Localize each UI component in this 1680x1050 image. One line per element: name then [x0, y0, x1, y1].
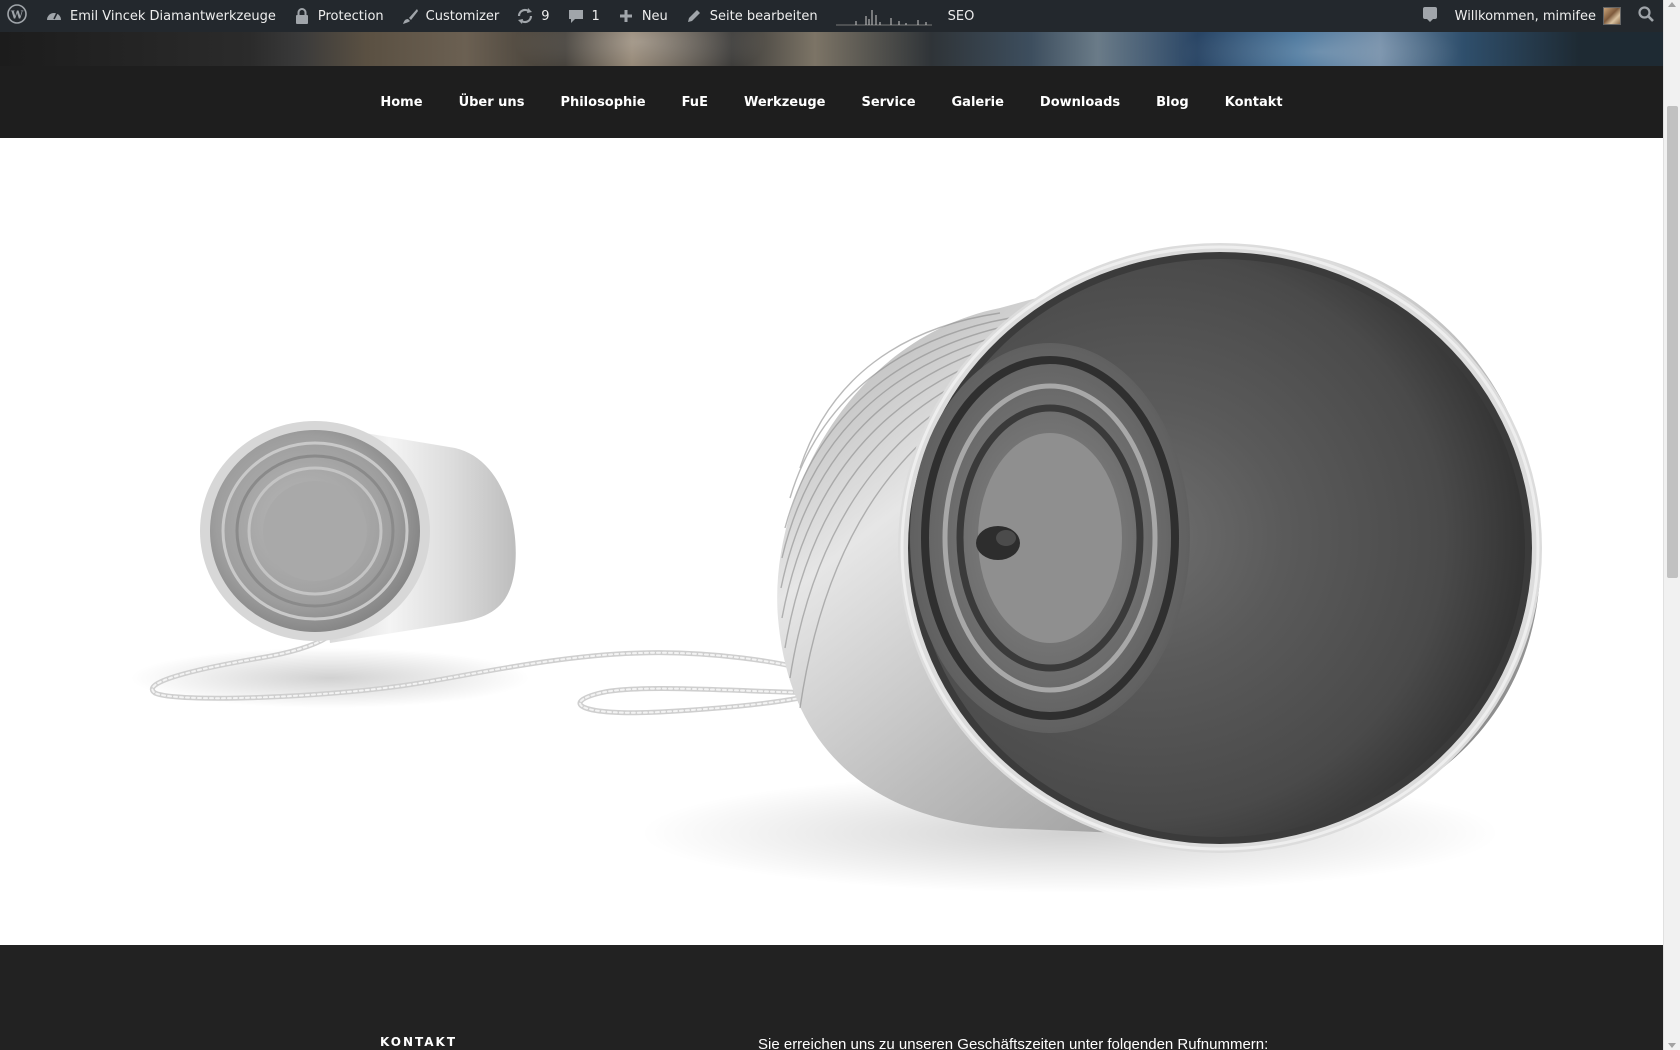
nav-item-service[interactable]: Service — [843, 95, 933, 110]
nav-item-fue[interactable]: FuE — [664, 95, 726, 110]
main-navigation: Home Über uns Philosophie FuE Werkzeuge … — [0, 66, 1663, 138]
edit-page-label: Seite bearbeiten — [709, 8, 818, 24]
notifications-button[interactable] — [1413, 0, 1447, 32]
edit-page-link[interactable]: Seite bearbeiten — [676, 0, 826, 32]
nav-item-ueber-uns[interactable]: Über uns — [441, 95, 543, 110]
seo-menu[interactable]: SEO — [940, 0, 983, 32]
plus-icon — [616, 6, 636, 26]
hero-image — [0, 138, 1663, 945]
admin-bar: W Emil Vincek Diamantwerkzeuge Protectio… — [0, 0, 1663, 32]
scroll-thumb[interactable] — [1667, 106, 1678, 578]
avatar — [1603, 7, 1621, 25]
tin-can-telephone-image — [130, 243, 1542, 893]
nav-item-downloads[interactable]: Downloads — [1022, 95, 1138, 110]
site-footer: KONTAKT Sie erreichen uns zu unseren Ges… — [0, 945, 1663, 1050]
search-button[interactable] — [1629, 0, 1663, 32]
seo-label: SEO — [947, 8, 975, 24]
nav-item-galerie[interactable]: Galerie — [934, 95, 1022, 110]
updates-link[interactable]: 9 — [507, 0, 557, 32]
nav-item-werkzeuge[interactable]: Werkzeuge — [726, 95, 844, 110]
page-scrollbar[interactable] — [1663, 0, 1680, 1050]
comment-icon — [566, 6, 586, 26]
refresh-icon — [515, 6, 535, 26]
customizer-link[interactable]: Customizer — [392, 0, 508, 32]
new-label: Neu — [641, 8, 668, 24]
nav-item-blog[interactable]: Blog — [1138, 95, 1207, 110]
stats-sparkline-graph — [835, 10, 932, 26]
comments-count: 1 — [591, 8, 600, 24]
scroll-up-arrow-icon[interactable] — [1668, 2, 1676, 7]
footer-contact-heading: KONTAKT — [380, 1035, 458, 1049]
customizer-label: Customizer — [425, 8, 500, 24]
protection-menu[interactable]: Protection — [284, 0, 392, 32]
wordpress-logo-icon: W — [7, 4, 27, 28]
footer-contact-text: Sie erreichen uns zu unseren Geschäftsze… — [758, 1036, 1269, 1050]
comments-link[interactable]: 1 — [558, 0, 608, 32]
nav-item-kontakt[interactable]: Kontakt — [1207, 95, 1301, 110]
updates-count: 9 — [541, 8, 550, 24]
scroll-down-arrow-icon[interactable] — [1668, 1043, 1676, 1048]
notification-icon — [1421, 5, 1439, 27]
wordpress-menu[interactable]: W — [0, 0, 36, 32]
site-name-label: Emil Vincek Diamantwerkzeuge — [70, 8, 276, 24]
site-name-menu[interactable]: Emil Vincek Diamantwerkzeuge — [36, 0, 284, 32]
lock-icon — [292, 6, 312, 26]
svg-text:W: W — [10, 9, 24, 22]
dashboard-icon — [44, 6, 64, 26]
welcome-label: Willkommen, mimifee — [1454, 8, 1596, 24]
search-icon — [1637, 5, 1655, 27]
brush-icon — [400, 6, 420, 26]
pencil-icon — [684, 6, 704, 26]
nav-item-philosophie[interactable]: Philosophie — [542, 95, 663, 110]
nav-item-home[interactable]: Home — [362, 95, 440, 110]
protection-label: Protection — [317, 8, 384, 24]
header-photo-strip — [0, 32, 1663, 66]
new-content-menu[interactable]: Neu — [608, 0, 676, 32]
my-account-menu[interactable]: Willkommen, mimifee — [1447, 0, 1629, 32]
stats-sparkline[interactable] — [826, 0, 940, 32]
